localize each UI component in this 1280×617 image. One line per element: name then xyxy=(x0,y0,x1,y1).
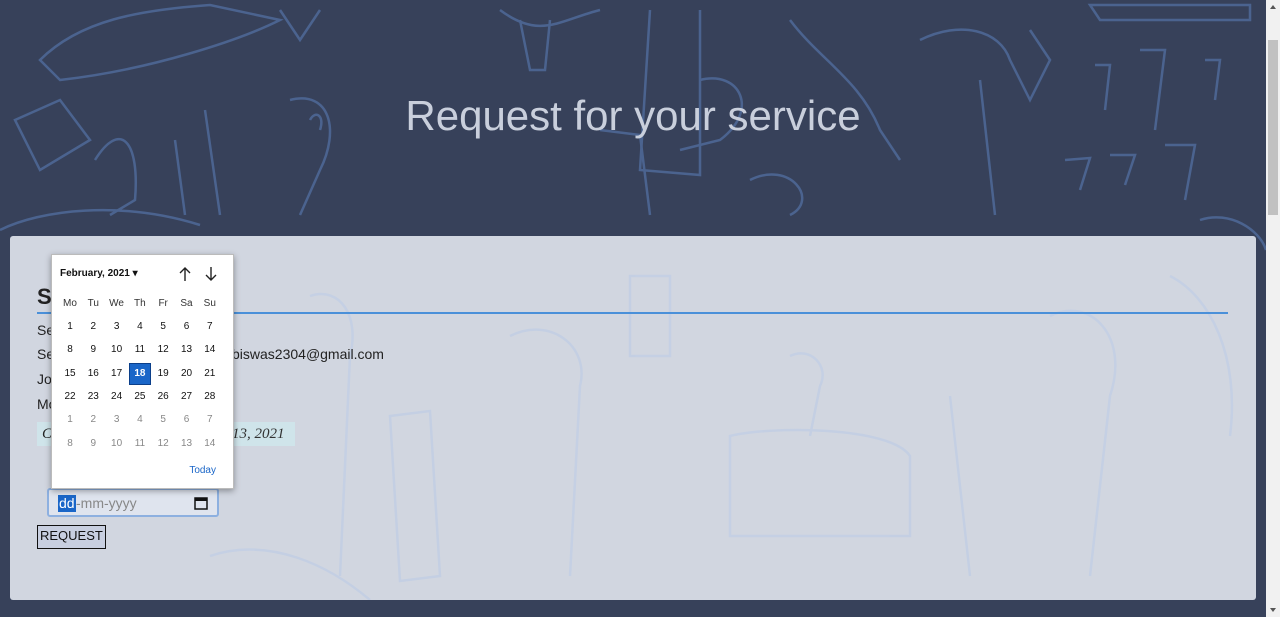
email-value: biswas2304@gmail.com xyxy=(232,346,384,362)
calendar-day[interactable]: 11 xyxy=(129,339,151,361)
calendar-day[interactable]: 10 xyxy=(106,433,128,455)
calendar-day[interactable]: 8 xyxy=(59,433,81,455)
calendar-weekday-header: Th xyxy=(134,298,146,309)
arrow-down-icon[interactable] xyxy=(204,266,218,282)
calendar-day[interactable]: 13 xyxy=(176,339,198,361)
calendar-day[interactable]: 14 xyxy=(199,339,221,361)
calendar-day[interactable]: 28 xyxy=(199,386,221,408)
calendar-day[interactable]: 25 xyxy=(129,386,151,408)
calendar-day[interactable]: 7 xyxy=(199,409,221,431)
calendar-day[interactable]: 15 xyxy=(59,363,81,385)
calendar-day[interactable]: 11 xyxy=(129,433,151,455)
calendar-day[interactable]: 5 xyxy=(152,316,174,338)
calendar-day[interactable]: 21 xyxy=(199,363,221,385)
calendar-day[interactable]: 2 xyxy=(82,409,104,431)
calendar-day[interactable]: 3 xyxy=(106,316,128,338)
caret-down-icon: ▾ xyxy=(132,268,138,279)
today-button[interactable]: Today xyxy=(189,465,216,476)
date-day-segment[interactable]: dd xyxy=(58,495,76,512)
calendar-day[interactable]: 8 xyxy=(59,339,81,361)
calendar-day[interactable]: 13 xyxy=(176,433,198,455)
calendar-weekday-header: Su xyxy=(203,298,216,309)
calendar-day[interactable]: 1 xyxy=(59,409,81,431)
calendar-day[interactable]: 4 xyxy=(129,409,151,431)
calendar-icon[interactable] xyxy=(193,495,209,511)
calendar-day[interactable]: 20 xyxy=(176,363,198,385)
calendar-day[interactable]: 9 xyxy=(82,433,104,455)
calendar-day[interactable]: 1 xyxy=(59,316,81,338)
calendar-day[interactable]: 14 xyxy=(199,433,221,455)
date-input-field[interactable]: dd -mm-yyyy xyxy=(47,488,219,517)
calendar-day[interactable]: 3 xyxy=(106,409,128,431)
calendar-month-dropdown[interactable]: February, 2021 ▾ xyxy=(60,268,138,279)
calendar-weekday-header: Tu xyxy=(87,298,99,309)
calendar-day[interactable]: 6 xyxy=(176,409,198,431)
job-row-label: Jo xyxy=(37,371,52,387)
scroll-down-icon[interactable] xyxy=(1268,605,1278,615)
calendar-day[interactable]: 17 xyxy=(106,363,128,385)
date-rest-segment[interactable]: -mm-yyyy xyxy=(76,495,137,512)
date-value: 13, 2021 xyxy=(232,426,285,442)
calendar-day[interactable]: 27 xyxy=(176,386,198,408)
calendar-day[interactable]: 23 xyxy=(82,386,104,408)
calendar-weekday-header: Sa xyxy=(180,298,193,309)
calendar-day-selected[interactable]: 18 xyxy=(128,362,151,385)
page-title: Request for your service xyxy=(405,92,861,139)
calendar-popup: February, 2021 ▾ Mo Tu We Th Fr Sa Su 1 2 3 4 5 6 7 8 9… xyxy=(51,254,234,489)
calendar-day[interactable]: 12 xyxy=(152,339,174,361)
arrow-up-icon[interactable] xyxy=(178,266,192,282)
section-heading: S xyxy=(37,284,52,309)
calendar-day[interactable]: 19 xyxy=(152,363,174,385)
calendar-day[interactable]: 24 xyxy=(106,386,128,408)
calendar-day[interactable]: 26 xyxy=(152,386,174,408)
calendar-weekday-header: Mo xyxy=(63,298,77,309)
request-button[interactable]: REQUEST xyxy=(37,525,106,549)
calendar-weekday-header: Fr xyxy=(158,298,168,309)
scrollbar-thumb[interactable] xyxy=(1268,40,1278,215)
calendar-weekday-header: We xyxy=(109,298,124,309)
calendar-day[interactable]: 6 xyxy=(176,316,198,338)
calendar-day[interactable]: 9 xyxy=(82,339,104,361)
calendar-day[interactable]: 4 xyxy=(129,316,151,338)
calendar-day[interactable]: 22 xyxy=(59,386,81,408)
calendar-month-label: February, 2021 xyxy=(60,268,130,279)
calendar-day[interactable]: 5 xyxy=(152,409,174,431)
scroll-up-icon[interactable] xyxy=(1268,2,1278,12)
calendar-day[interactable]: 7 xyxy=(199,316,221,338)
calendar-day[interactable]: 16 xyxy=(82,363,104,385)
calendar-day[interactable]: 2 xyxy=(82,316,104,338)
calendar-day[interactable]: 12 xyxy=(152,433,174,455)
calendar-day[interactable]: 10 xyxy=(106,339,128,361)
